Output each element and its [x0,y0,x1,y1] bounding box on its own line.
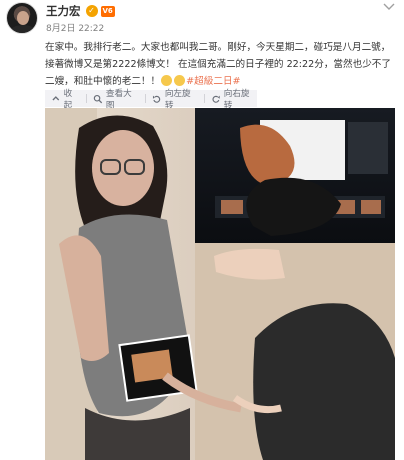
avatar-shoulders [10,25,36,33]
tv-side-panel [348,122,388,174]
vip-badge[interactable]: V6 [100,5,115,17]
toolbar-divider [204,94,206,103]
emoji-icon [174,75,186,86]
collapse-label: 收起 [63,88,73,111]
post-text: 在家中。我排行老二。大家也都叫我二哥。剛好，今天星期二，碰巧是八月二號，接著微博… [45,39,395,90]
rotate-right-label: 向右旋转 [223,88,250,111]
collapse-button[interactable]: 收起 [51,87,80,111]
post-photo[interactable] [45,108,395,460]
verified-badge: ✓ [85,5,98,17]
author-row: 王力宏 ✓ V6 [46,4,115,18]
rotate-left-button[interactable]: 向左旋转 [152,87,198,111]
collapse-icon [52,95,60,100]
post-header: 王力宏 ✓ V6 8月2日 22:22 [0,0,404,38]
photo-illustration [45,108,395,460]
author-name[interactable]: 王力宏 [46,3,81,19]
rotate-left-icon [153,95,161,103]
avatar-face [17,11,29,25]
toolbar-divider [86,94,88,103]
rotate-right-icon [212,95,220,103]
image-toolbar: 收起 查看大图 向左旋转 向右旋转 [45,89,257,111]
man-jacket [253,303,395,460]
post-date[interactable]: 8月2日 22:22 [46,21,104,34]
more-icon[interactable] [382,3,396,13]
avatar[interactable] [6,2,38,34]
view-large-button[interactable]: 查看大图 [93,87,139,111]
zoom-icon [94,94,103,103]
rotate-left-label: 向左旋转 [164,88,191,111]
view-large-label: 查看大图 [105,88,132,111]
toolbar-divider [145,94,147,103]
rotate-right-button[interactable]: 向右旋转 [211,87,257,111]
hashtag-link[interactable]: #超級二日# [186,76,240,87]
emoji-icon [161,75,173,86]
